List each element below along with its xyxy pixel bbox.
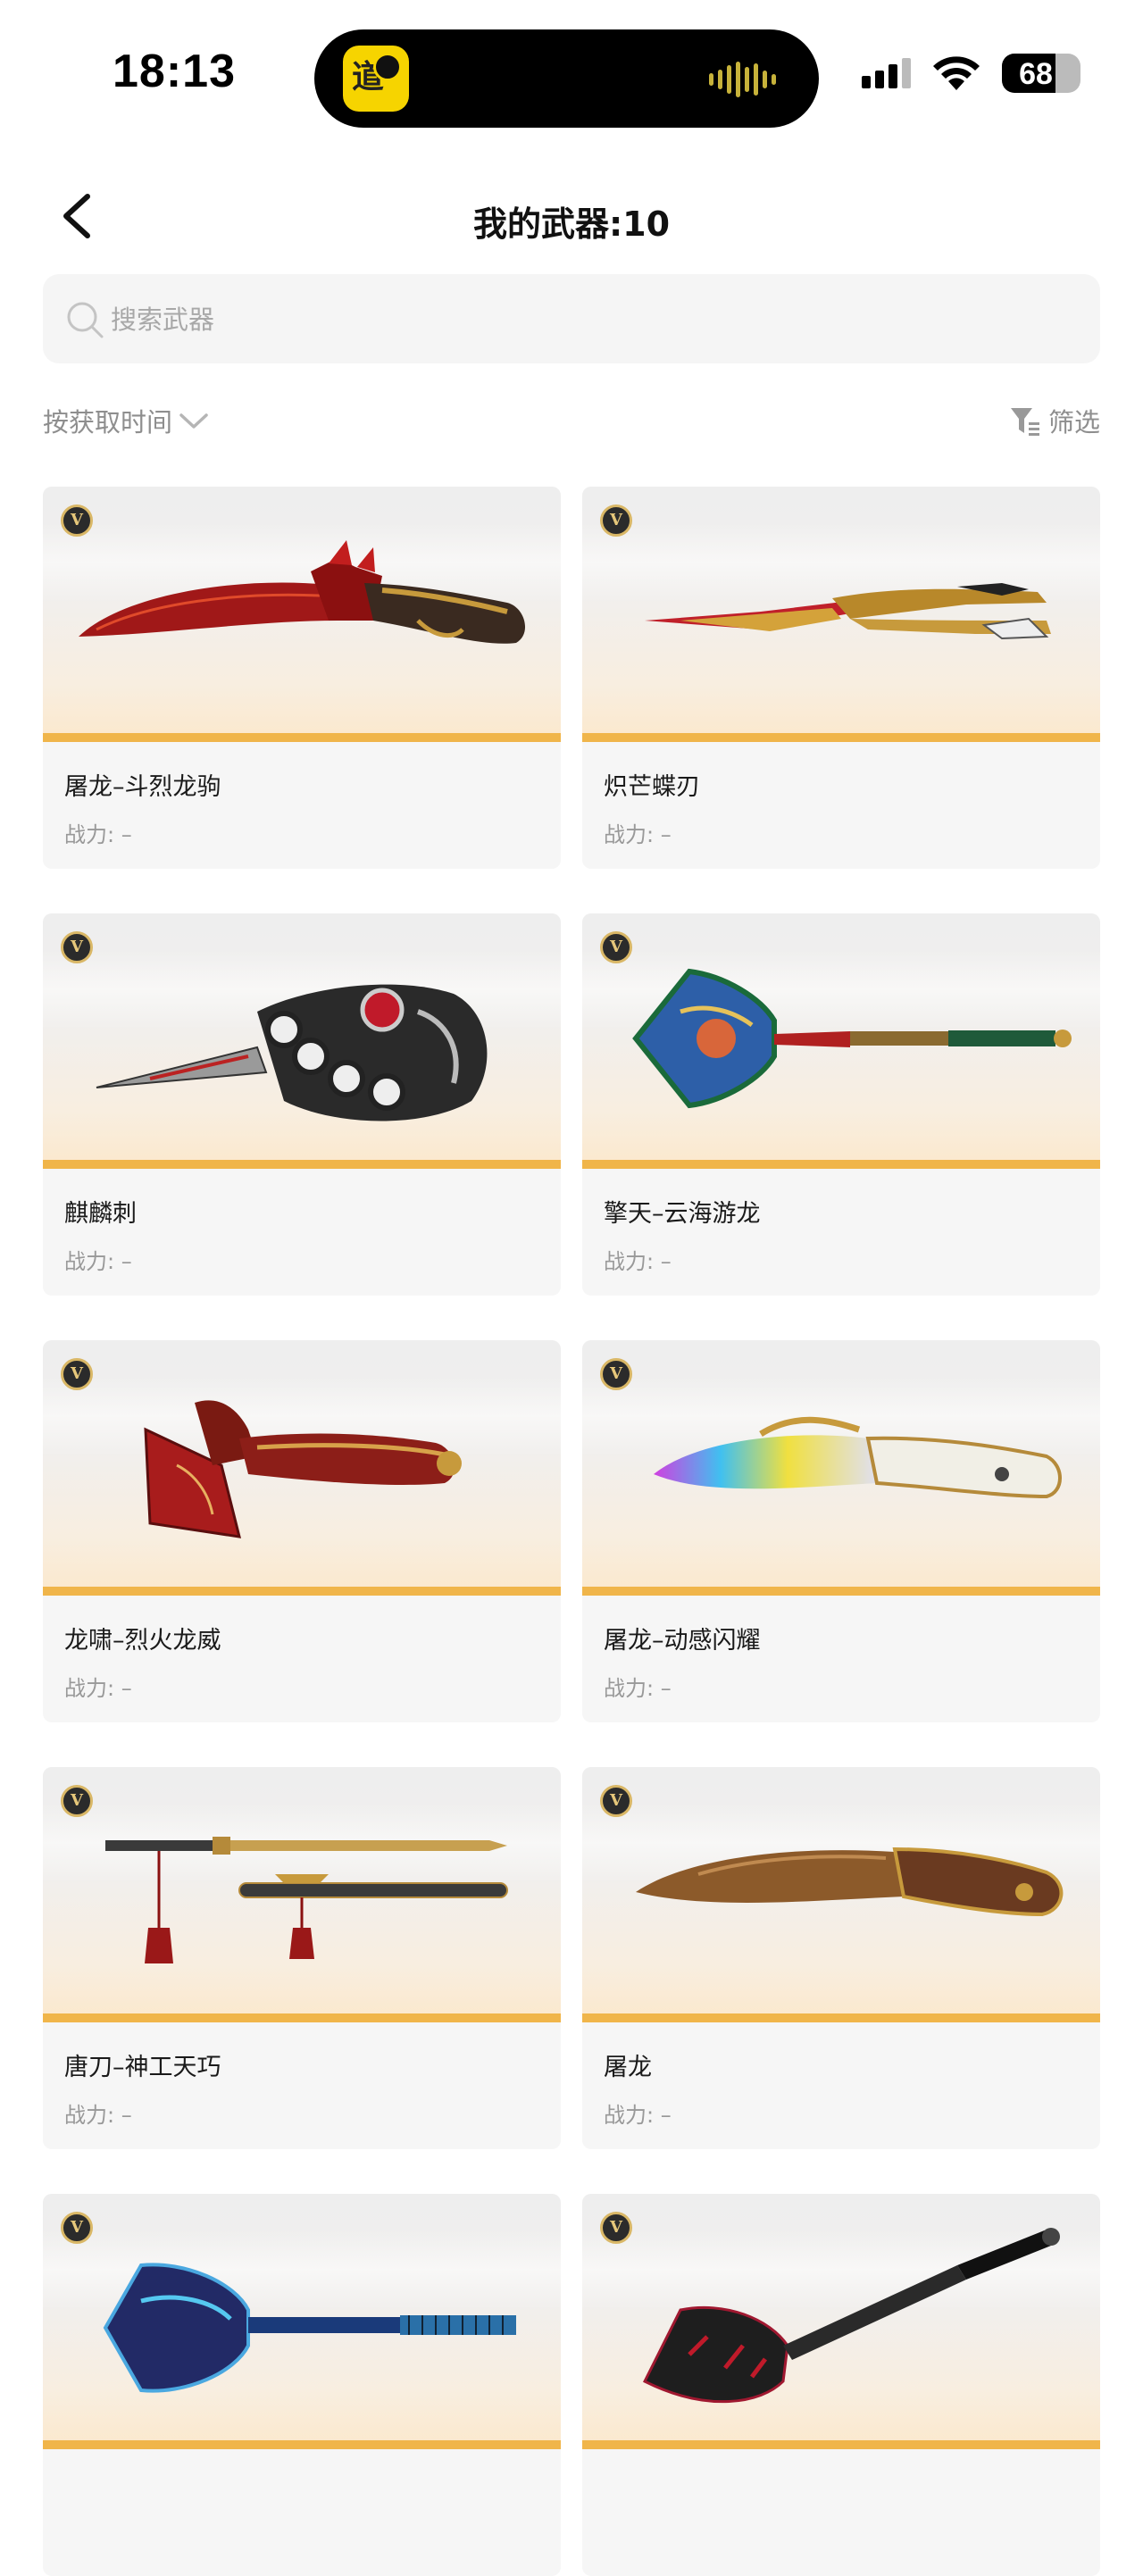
weapon-name: 擎天–云海游龙 [604,1200,761,1228]
battery-percent: 68 [1019,57,1053,91]
dragon-axe-icon [144,1400,462,1538]
black-shovel-icon [642,2228,1060,2404]
vip-badge: V [600,2212,632,2244]
weapon-power: 战力: – [64,2097,132,2129]
weapon-card[interactable]: V 屠龙 战力: – [582,1767,1100,2149]
status-bar: 18:13 道 68 [0,0,1143,134]
status-icons: 68 [862,54,1080,93]
weapon-grid: V 屠龙–斗烈龙驹 战力: – V 炽芒蝶刃 战力: – V 麒麟刺 战力: –… [43,487,1100,2576]
power-label: 战力: [64,822,115,847]
vip-badge: V [600,1358,632,1390]
search-input[interactable] [109,274,1077,365]
weapon-power: 战力: – [64,1244,132,1275]
weapon-image: V [43,487,561,742]
weapon-power: 战力: – [604,817,672,848]
cellular-signal-icon [862,58,911,88]
weapon-card[interactable]: V 屠龙–斗烈龙驹 战力: – [43,487,561,869]
weapon-card[interactable]: V 炽芒蝶刃 战力: – [582,487,1100,869]
vip-badge: V [61,1358,93,1390]
weapon-image: V [582,913,1100,1169]
power-value: – [121,1676,132,1701]
weapon-image: V [582,487,1100,742]
weapon-image: V [582,1767,1100,2022]
power-value: – [660,2103,672,2128]
weapon-name: 麒麟刺 [64,1200,137,1228]
power-value: – [121,2103,132,2128]
power-value: – [121,822,132,847]
weapon-name: 屠龙–动感闪耀 [604,1627,761,1655]
power-label: 战力: [604,1249,655,1274]
power-label: 战力: [64,2103,115,2128]
knuckle-dagger-icon [96,984,488,1121]
dragon-shovel-icon [632,968,1072,1109]
weapon-power: 战力: – [64,817,132,848]
vip-badge: V [600,1785,632,1817]
weapon-image: V [43,913,561,1169]
weapon-card[interactable]: V 屠龙–动感闪耀 战力: – [582,1340,1100,1722]
vip-badge: V [61,931,93,963]
gold-butterfly-knife-icon [645,583,1051,640]
filter-button[interactable]: 筛选 [1009,402,1100,439]
power-value: – [660,1249,672,1274]
chevron-down-icon [179,413,208,429]
wifi-icon [933,56,980,90]
filter-icon [1010,408,1039,436]
power-value: – [121,1249,132,1274]
power-label: 战力: [64,1676,115,1701]
power-label: 战力: [604,1676,655,1701]
weapon-name: 龙啸–烈火龙威 [64,1627,221,1655]
red-dragon-knife-icon [79,540,526,644]
weapon-name: 炽芒蝶刃 [604,773,700,801]
weapon-card[interactable]: V 擎天–云海游龙 战力: – [582,913,1100,1296]
sort-dropdown[interactable]: 按获取时间 [43,402,210,439]
yin-yang-icon [373,53,402,81]
power-label: 战力: [604,2103,655,2128]
weapon-image: V [43,2194,561,2449]
vip-badge: V [61,504,93,537]
yellow-game-app-icon[interactable]: 道 [343,46,409,112]
weapon-card[interactable]: V [43,2194,561,2576]
vip-badge: V [600,504,632,537]
blue-shovel-icon [103,2263,516,2393]
search-box[interactable] [43,274,1100,365]
tang-sword-icon [105,1837,508,1963]
weapon-name: 唐刀–神工天巧 [64,2054,221,2081]
power-value: – [660,1676,672,1701]
power-label: 战力: [604,822,655,847]
weapon-name: 屠龙–斗烈龙驹 [64,773,221,801]
weapon-power: 战力: – [604,2097,672,2129]
vip-badge: V [61,1785,93,1817]
battery-icon: 68 [1002,54,1080,93]
weapon-power: 战力: – [604,1671,672,1702]
weapon-card[interactable]: V [582,2194,1100,2576]
weapon-image: V [43,1340,561,1596]
weapon-name: 屠龙 [604,2054,652,2081]
audio-waveform-icon [709,62,776,97]
filter-label: 筛选 [1047,407,1100,438]
weapon-card[interactable]: V 麒麟刺 战力: – [43,913,561,1296]
weapon-image: V [582,1340,1100,1596]
weapon-image: V [582,2194,1100,2449]
search-icon [67,302,104,338]
holo-dragon-knife-icon [654,1416,1062,1499]
weapon-card[interactable]: V 龙啸–烈火龙威 战力: – [43,1340,561,1722]
weapon-card[interactable]: V 唐刀–神工天巧 战力: – [43,1767,561,2149]
sort-label: 按获取时间 [43,407,173,438]
bronze-dragon-knife-icon [636,1847,1064,1917]
page-title: 我的武器:10 [472,204,671,244]
weapon-image: V [43,1767,561,2022]
vip-badge: V [600,931,632,963]
weapon-power: 战力: – [64,1671,132,1702]
weapon-power: 战力: – [604,1244,672,1275]
power-value: – [660,822,672,847]
status-time: 18:13 [113,46,236,97]
nav-bar: 我的武器:10 [0,170,1143,268]
vip-badge: V [61,2212,93,2244]
power-label: 战力: [64,1249,115,1274]
dynamic-island[interactable]: 道 [314,29,819,128]
